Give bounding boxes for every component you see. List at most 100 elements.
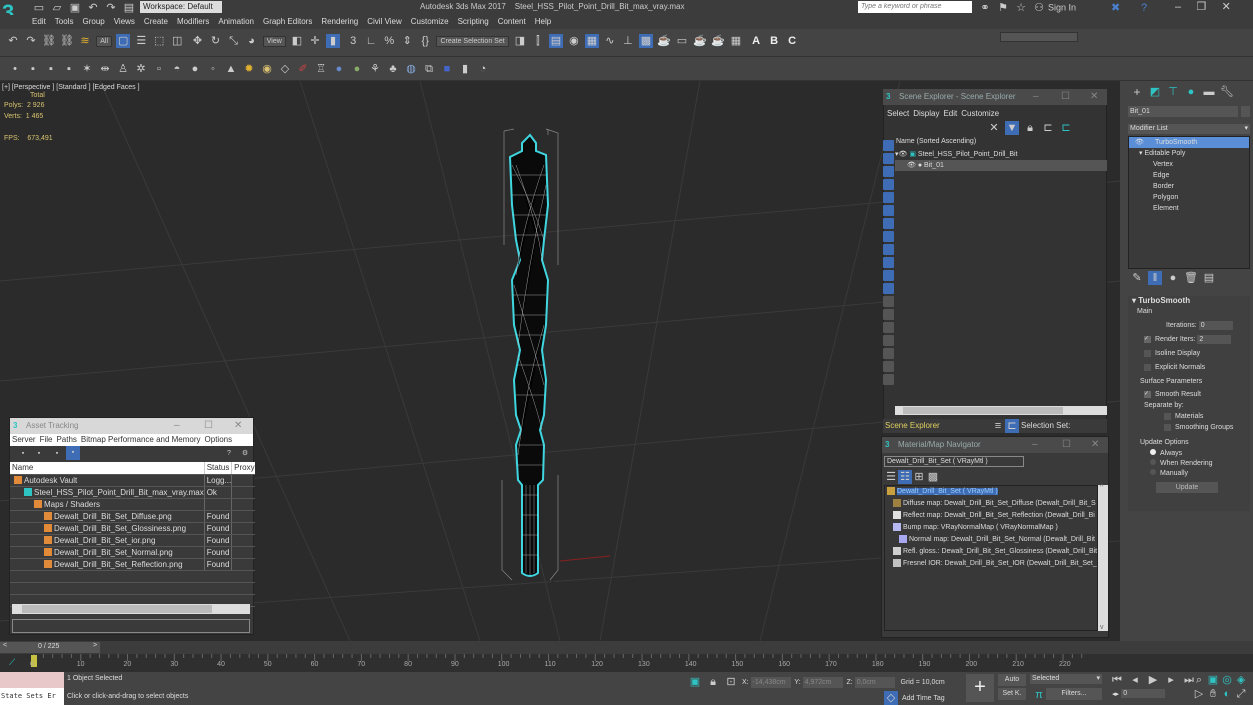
add-time-tag[interactable]: ◇ Add Time Tag [884,691,945,705]
workspace-dropdown[interactable]: Workspace: Default [140,1,222,13]
pan-icon[interactable]: ✋︎ [1206,687,1220,701]
material-tree-item[interactable]: Bump map: VRayNormalMap ( VRayNormalMap … [885,522,1097,534]
scrollbar-thumb[interactable] [903,407,1063,414]
mirror-icon[interactable]: ◨ [513,34,527,48]
modify-tab-icon[interactable]: ◩ [1148,85,1162,99]
copy-icon[interactable]: ⧉ [422,62,436,76]
asset-menu-server[interactable]: Server [12,435,36,444]
create-tab-icon[interactable]: + [1130,85,1144,99]
se-menu-display[interactable]: Display [913,109,939,118]
selection-set-icon[interactable]: ⊏ [1005,419,1019,433]
rotate-icon[interactable]: ↻ [208,34,222,48]
scene-tree-item[interactable]: ▾👁︎ ▣ Steel_HSS_Pilot_Point_Drill_Bit [895,149,1107,160]
asset-menu-bitmap-performance-and-memory[interactable]: Bitmap Performance and Memory [81,435,201,444]
scene-explorer-titlebar[interactable]: 3 Scene Explorer - Scene Explorer – ☐ ✕ [883,89,1107,105]
refresh-icon[interactable]: ▪ [32,447,46,461]
display-lights-icon[interactable] [883,179,894,190]
previous-frame-icon[interactable]: ◂ [1128,673,1142,687]
material-navigator-titlebar[interactable]: 3 Material/Map Navigator – ☐ ✕ [882,437,1108,453]
material-tree-item[interactable]: Diffuse map: Dewalt_Drill_Bit_Set_Diffus… [885,498,1097,510]
modifier-stack-item[interactable]: Element [1129,203,1249,214]
asset-row[interactable]: Steel_HSS_Pilot_Point_Drill_Bit_max_vray… [10,486,255,499]
isolate-icon[interactable] [883,374,894,385]
modifier-stack-item[interactable]: Polygon [1129,192,1249,203]
menu-animation[interactable]: Animation [218,15,254,29]
subscription-icon[interactable]: ⚑ [996,1,1010,15]
maximize-icon[interactable]: ❐ [1196,1,1206,13]
render-iters-checkbox[interactable]: ✓ [1144,335,1151,343]
explicit-normals-checkbox[interactable] [1144,363,1151,371]
maxscript-listener[interactable] [0,672,64,688]
select-by-name-icon[interactable]: ☰ [134,34,148,48]
search-input[interactable] [858,1,972,13]
state-sets-field[interactable]: State Sets Er [0,688,64,705]
filters-button[interactable]: Filters... [1046,688,1102,700]
lock-icon[interactable]: 🔒︎ [1023,121,1037,135]
list-icon[interactable]: ▪ [50,447,64,461]
icons-view-icon[interactable]: ⊞ [912,470,926,484]
sort-column[interactable]: Name (Sorted Ascending) [896,138,976,145]
track-bar[interactable]: ⟋ 0 10 20 30 40 50 60 70 80 90 100 110 120 130 140 150 1… [0,654,1253,672]
rendered-frame-icon[interactable]: ▭ [675,34,689,48]
material-tree-item[interactable]: Reflect map: Dewalt_Drill_Bit_Set_Reflec… [885,510,1097,522]
curve-editor-icon[interactable]: ∿ [603,34,617,48]
material-tree-item[interactable]: Dewalt_Drill_Bit_Set ( VRayMtl ) [885,486,1097,498]
rollout-title[interactable]: ▾ TurboSmooth [1128,296,1250,305]
configure-sets-icon[interactable]: ▤ [1202,271,1216,285]
column-header-name[interactable]: Name [10,462,205,475]
menu-rendering[interactable]: Rendering [321,15,358,29]
close-icon[interactable]: ✕ [1222,1,1231,13]
scroll-down-icon[interactable]: v [1100,624,1104,631]
menu-modifiers[interactable]: Modifiers [177,15,209,29]
proxy-icon[interactable]: ■ [440,62,454,76]
filter-icon[interactable]: ▼ [1005,121,1019,135]
maximize-viewport-icon[interactable]: ⤢ [1234,687,1248,701]
smooth-result-checkbox[interactable]: ✓ [1144,390,1151,398]
close-icon[interactable]: ✕ [1090,89,1098,105]
display-spacewarps-icon[interactable] [883,218,894,229]
manually-radio[interactable] [1150,469,1156,475]
selection-filter-dropdown[interactable]: All [96,36,113,48]
display-cameras-icon[interactable] [883,192,894,203]
open-file-icon[interactable]: ▱ [50,1,64,15]
modifier-eye-icon[interactable]: 👁︎ [1135,137,1144,148]
maximize-icon[interactable]: ☐ [204,418,213,434]
plane-icon[interactable]: ▫ [152,62,166,76]
menu-edit[interactable]: Edit [32,15,46,29]
column-header-status[interactable]: Status [203,462,232,475]
select-object-icon[interactable]: ▢ [116,34,131,48]
vfb-icon[interactable]: ▮ [458,62,472,76]
unlink-icon[interactable]: ⛓ [60,34,74,48]
auto-key-button[interactable]: Auto [998,674,1026,686]
render-setup-icon[interactable]: ☕ [657,34,671,48]
isoline-display-checkbox[interactable] [1144,349,1151,357]
asset-menu-file[interactable]: File [40,435,53,444]
keyboard-shortcut-icon[interactable]: ▮ [326,34,340,48]
visibility-eye-icon[interactable]: 👁︎ [907,162,918,169]
vray-b-icon[interactable]: B [767,34,781,48]
cone-icon[interactable]: ▲ [224,62,238,76]
globe-icon[interactable]: ◍ [404,62,418,76]
next-frame-icon[interactable]: ▸ [1164,673,1178,687]
project-icon[interactable]: ▤ [122,1,136,15]
vray-a-icon[interactable]: A [749,34,763,48]
menu-content[interactable]: Content [498,15,526,29]
new-file-icon[interactable]: ▭ [32,1,46,15]
placement-icon[interactable]: ◕ [244,34,258,48]
user-icon[interactable]: ⚇ [1032,1,1046,15]
display-hidden-icon[interactable] [883,296,894,307]
drill-bit-model[interactable] [488,125,578,585]
menu-create[interactable]: Create [144,15,168,29]
clear-icon[interactable]: ✕ [987,121,1001,135]
asset-menu-options[interactable]: Options [205,435,233,444]
large-icons-view-icon[interactable]: ▩ [926,470,940,484]
y-coordinate-field[interactable]: 4,972cm [802,676,843,688]
clock-icon[interactable]: ◔ [476,62,490,76]
scrollbar-thumb[interactable] [22,605,212,613]
move-icon[interactable]: ✥ [190,34,204,48]
horizontal-scrollbar[interactable] [895,406,1107,415]
create-selection-set-dropdown[interactable]: Create Selection Set [436,36,509,48]
select-manipulate-icon[interactable]: ✛ [308,34,322,48]
modifier-stack-item[interactable]: Border [1129,181,1249,192]
angle-snap-icon[interactable]: ∟ [364,34,378,48]
